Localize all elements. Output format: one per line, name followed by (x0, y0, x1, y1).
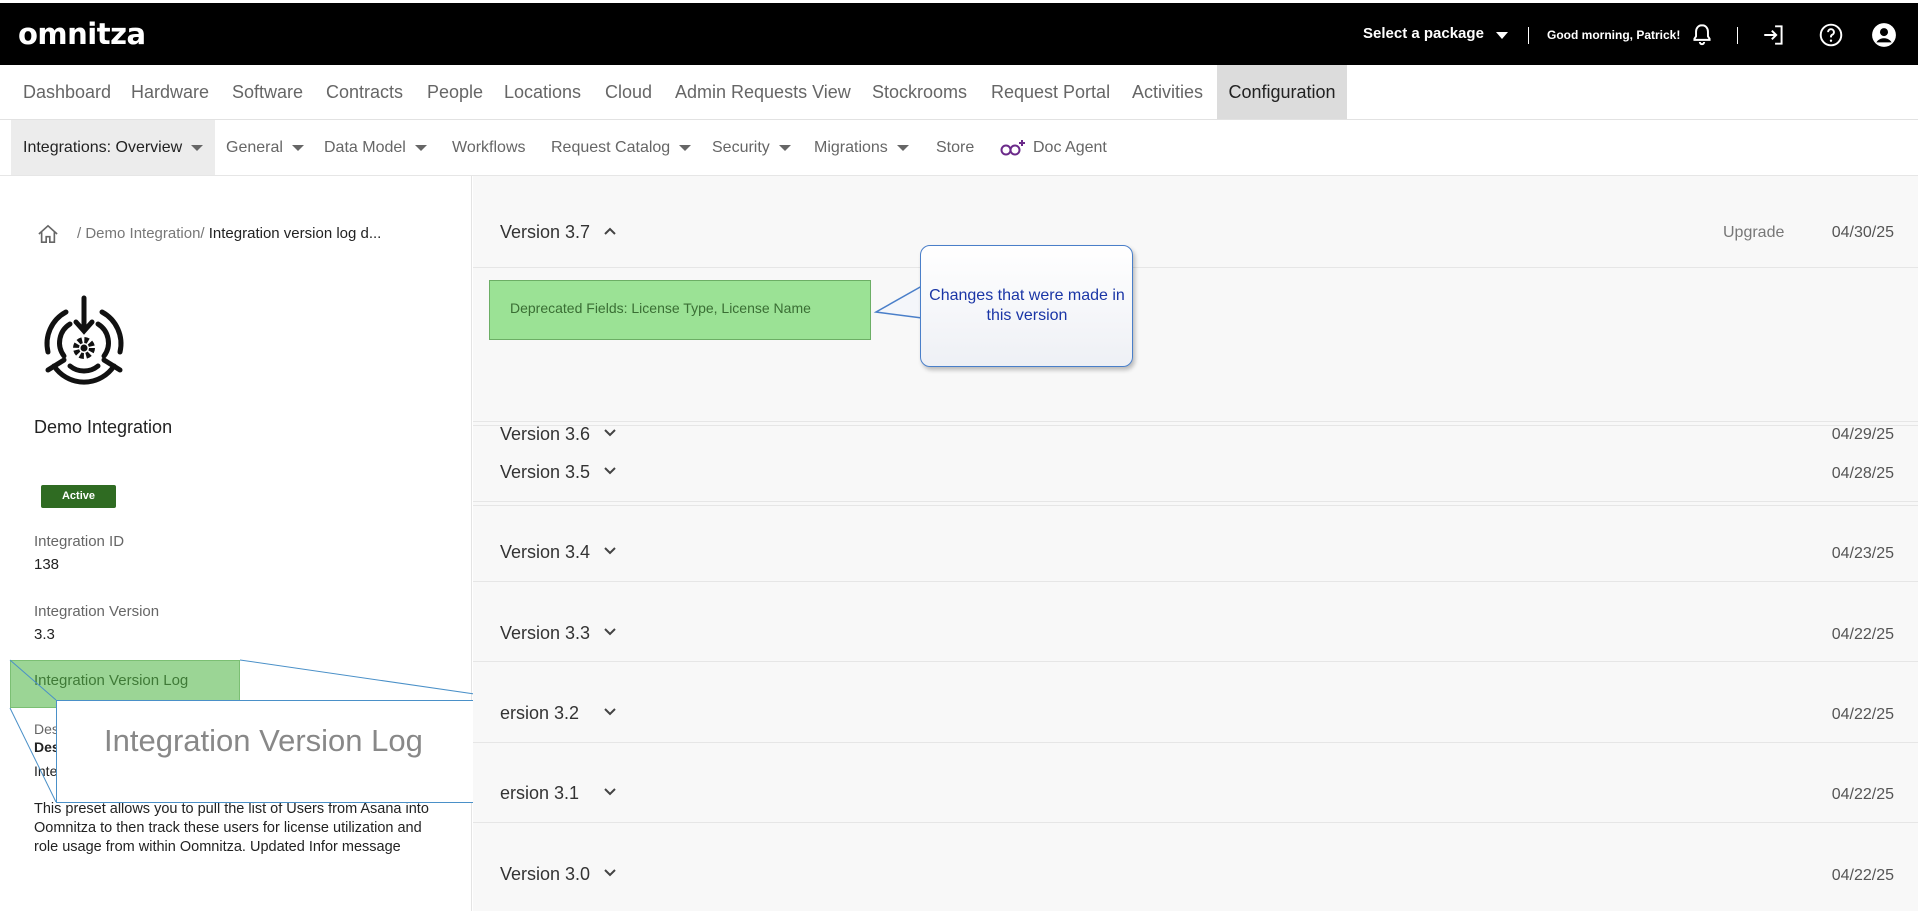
integration-version-label: Integration Version (34, 603, 160, 620)
breadcrumb-current: Integration version log d... (208, 225, 382, 242)
zoom-label: Integration Version Log (104, 723, 423, 758)
chevron-down-icon[interactable] (602, 624, 618, 640)
tab-label: Integrations: Overview (23, 139, 183, 156)
nav-contracts[interactable]: Contracts (315, 65, 414, 119)
version-title[interactable]: Version 3.5 (500, 462, 590, 483)
nav-software[interactable]: Software (221, 65, 314, 119)
tab-label: Doc Agent (1033, 139, 1107, 156)
chevron-down-icon[interactable] (602, 463, 618, 479)
integration-id-label: Integration ID (34, 533, 125, 550)
tab-label: Security (712, 139, 770, 156)
nav-dashboard[interactable]: Dashboard (12, 65, 122, 119)
chevron-down-icon[interactable] (602, 865, 618, 881)
tab-label: Migrations (814, 139, 888, 156)
divider (473, 661, 1918, 662)
sign-in-icon[interactable] (1761, 22, 1787, 48)
tab-doc-agent[interactable]: Doc Agent (999, 120, 1107, 175)
divider (473, 501, 1918, 502)
callout-text: Changes that were made in this version (929, 287, 1125, 324)
bell-icon[interactable] (1689, 22, 1715, 48)
nav-activities[interactable]: Activities (1121, 65, 1214, 119)
version-title: Version 3.6 (500, 424, 591, 444)
chevron-down-icon[interactable] (602, 704, 618, 720)
primary-nav: Dashboard Hardware Software Contracts Pe… (0, 65, 1918, 120)
version-date: 04/22/25 (1831, 867, 1894, 884)
top-bar: omnitza Select a package Good morning, P… (0, 0, 1918, 65)
tab-request-catalog[interactable]: Request Catalog (551, 120, 692, 175)
breadcrumb-separator: / (77, 225, 82, 242)
chevron-down-icon (414, 144, 427, 151)
tab-store[interactable]: Store (936, 120, 974, 175)
chevron-down-icon (778, 144, 791, 151)
nav-stockrooms[interactable]: Stockrooms (861, 65, 978, 119)
help-icon[interactable] (1818, 22, 1844, 48)
chevron-down-icon[interactable] (602, 543, 618, 559)
divider (473, 421, 1918, 422)
upgrade-button[interactable]: Upgrade (1723, 224, 1784, 242)
chevron-down-icon[interactable] (602, 784, 618, 800)
nav-locations[interactable]: Locations (493, 65, 592, 119)
chevron-down-icon[interactable] (1496, 32, 1508, 39)
status-badge: Active (41, 485, 116, 508)
chevron-down-icon[interactable] (602, 425, 618, 441)
breadcrumb-demo-integration[interactable]: Demo Integration/ (85, 225, 204, 242)
version-date: 04/22/25 (1831, 626, 1894, 643)
version-date: 04/22/25 (1831, 706, 1894, 723)
tab-data-model[interactable]: Data Model (324, 120, 427, 175)
nav-hardware[interactable]: Hardware (120, 65, 220, 119)
tab-general[interactable]: General (226, 120, 304, 175)
change-note: Deprecated Fields: License Type, License… (510, 300, 811, 316)
version-date: 04/28/25 (1831, 465, 1894, 482)
integration-version-value: 3.3 (34, 626, 55, 643)
divider (473, 581, 1918, 582)
divider (1737, 27, 1738, 44)
nav-request-portal[interactable]: Request Portal (980, 65, 1121, 119)
integration-gear-icon (44, 295, 124, 385)
version-date: 04/29/25 (1831, 426, 1894, 443)
tab-security[interactable]: Security (712, 120, 791, 175)
tab-label: Request Catalog (551, 139, 671, 156)
version-row[interactable]: Version 3.7 Upgrade 04/30/25 (473, 176, 1918, 268)
version-date: 04/30/25 (1831, 224, 1894, 241)
version-title[interactable]: ersion 3.2 (500, 703, 579, 724)
nav-cloud[interactable]: Cloud (594, 65, 663, 119)
version-title[interactable]: ersion 3.1 (500, 783, 579, 804)
integration-title: Demo Integration (34, 417, 173, 437)
doc-agent-icon (1000, 139, 1025, 156)
greeting: Good morning, Patrick! (1547, 28, 1681, 42)
chevron-down-icon (291, 144, 304, 151)
tab-workflows[interactable]: Workflows (452, 120, 526, 175)
chevron-down-icon (191, 144, 204, 151)
chevron-down-icon (896, 144, 909, 151)
divider (473, 742, 1918, 743)
tab-label: Data Model (324, 139, 406, 156)
nav-configuration[interactable]: Configuration (1217, 65, 1347, 119)
breadcrumb: / Demo Integration/ Integration version … (77, 225, 381, 242)
nav-admin-requests-view[interactable]: Admin Requests View (664, 65, 862, 119)
integration-id-value: 138 (34, 556, 60, 573)
tab-label: General (226, 139, 283, 156)
version-title: Version 3.7 (500, 222, 591, 242)
user-account-icon[interactable] (1871, 22, 1897, 48)
version-title[interactable]: Version 3.3 (500, 623, 590, 644)
divider (473, 822, 1918, 823)
secondary-nav: Integrations: Overview General Data Mode… (0, 120, 1918, 176)
integration-details-panel: / Demo Integration/ Integration version … (0, 176, 517, 911)
logo[interactable]: omnitza (18, 17, 146, 51)
nav-people[interactable]: People (416, 65, 494, 119)
version-date: 04/23/25 (1831, 545, 1894, 562)
tab-integrations-overview[interactable]: Integrations: Overview (11, 120, 216, 175)
home-icon[interactable] (37, 224, 59, 244)
chevron-down-icon (679, 144, 692, 151)
version-title[interactable]: Version 3.4 (500, 542, 590, 563)
tab-migrations[interactable]: Migrations (814, 120, 909, 175)
version-date: 04/22/25 (1831, 786, 1894, 803)
version-row[interactable]: Version 3.6 04/29/25 (473, 424, 1918, 506)
package-select[interactable]: Select a package (1363, 25, 1484, 42)
divider (1528, 27, 1529, 44)
chevron-up-icon[interactable] (602, 223, 618, 239)
version-title[interactable]: Version 3.0 (500, 864, 590, 885)
